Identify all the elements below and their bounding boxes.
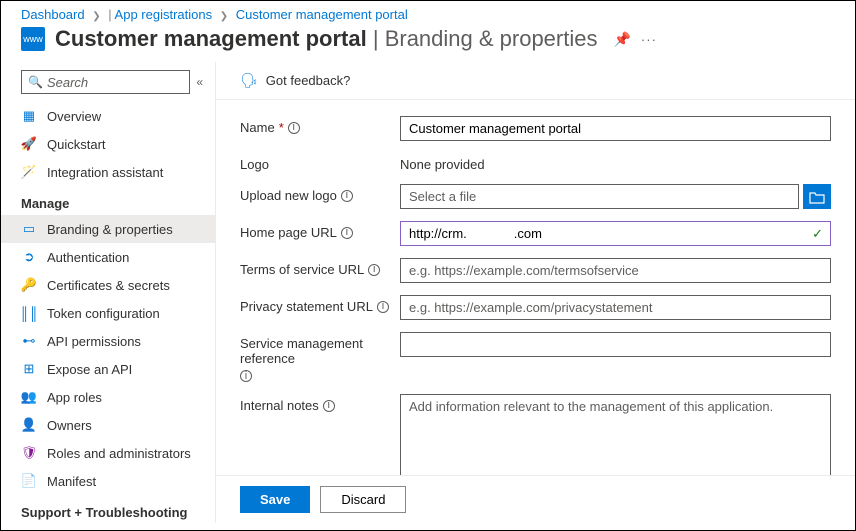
search-input[interactable]: 🔍 [21, 70, 190, 94]
homepage-input[interactable] [400, 221, 831, 246]
sidebar-item-roles-admins[interactable]: 🛡 Roles and administrators [1, 439, 215, 467]
sidebar-item-token[interactable]: ║║ Token configuration [1, 299, 215, 327]
upload-label: Upload new logo [240, 188, 337, 203]
token-icon: ║║ [21, 305, 37, 321]
feedback-bar[interactable]: 🗣 Got feedback? [216, 62, 855, 100]
name-label: Name [240, 120, 275, 135]
wand-icon: 🪄 [21, 164, 37, 180]
sidebar-item-expose-api[interactable]: ⊞ Expose an API [1, 355, 215, 383]
feedback-icon: 🗣 [240, 72, 258, 89]
sidebar-item-quickstart[interactable]: 🚀 Quickstart [1, 130, 215, 158]
save-button[interactable]: Save [240, 486, 310, 513]
sidebar-item-branding[interactable]: ▭ Branding & properties [1, 215, 215, 243]
api-icon: ⊷ [21, 333, 37, 349]
roles-icon: 👥 [21, 389, 37, 405]
discard-button[interactable]: Discard [320, 486, 406, 513]
logo-label: Logo [240, 157, 269, 172]
manifest-icon: 📄 [21, 473, 37, 489]
branding-icon: ▭ [21, 221, 37, 237]
expose-icon: ⊞ [21, 361, 37, 377]
info-icon[interactable]: i [288, 122, 300, 134]
sidebar: 🔍 « ▦ Overview 🚀 Quickstart 🪄 Integratio… [1, 62, 216, 523]
breadcrumb-app-registrations[interactable]: App registrations [115, 7, 213, 22]
owners-icon: 👤 [21, 417, 37, 433]
chevron-right-icon: ❯ [92, 11, 100, 22]
privacy-label: Privacy statement URL [240, 299, 373, 314]
sidebar-section-support: Support + Troubleshooting [1, 495, 215, 523]
more-icon[interactable]: ··· [641, 32, 657, 47]
page-header: www Customer management portal | Brandin… [1, 26, 855, 62]
chevron-right-icon: ❯ [220, 11, 228, 22]
sidebar-item-authentication[interactable]: ➲ Authentication [1, 243, 215, 271]
sidebar-item-owners[interactable]: 👤 Owners [1, 411, 215, 439]
sidebar-item-api-permissions[interactable]: ⊷ API permissions [1, 327, 215, 355]
breadcrumb-current[interactable]: Customer management portal [236, 7, 408, 22]
footer: Save Discard [216, 475, 855, 523]
name-input[interactable] [400, 116, 831, 141]
logo-value: None provided [400, 153, 831, 172]
browse-button[interactable] [803, 184, 831, 209]
privacy-input[interactable] [400, 295, 831, 320]
main-panel: 🗣 Got feedback? Name * i Logo None provi… [216, 62, 855, 523]
breadcrumb: Dashboard ❯ | App registrations ❯ Custom… [1, 1, 855, 26]
info-icon[interactable]: i [323, 400, 335, 412]
sidebar-item-overview[interactable]: ▦ Overview [1, 102, 215, 130]
info-icon[interactable]: i [368, 264, 380, 276]
page-title: Customer management portal | Branding & … [55, 26, 597, 52]
info-icon[interactable]: i [341, 190, 353, 202]
sidebar-section-manage: Manage [1, 186, 215, 215]
service-ref-input[interactable] [400, 332, 831, 357]
tos-input[interactable] [400, 258, 831, 283]
breadcrumb-dashboard[interactable]: Dashboard [21, 7, 85, 22]
check-icon: ✓ [812, 226, 823, 242]
tos-label: Terms of service URL [240, 262, 364, 277]
notes-textarea[interactable] [400, 394, 831, 475]
pin-icon[interactable]: 📌 [613, 31, 630, 48]
overview-icon: ▦ [21, 108, 37, 124]
app-icon: www [21, 27, 45, 51]
admins-icon: 🛡 [21, 445, 37, 461]
info-icon[interactable]: i [240, 370, 252, 382]
file-input[interactable] [400, 184, 799, 209]
info-icon[interactable]: i [341, 227, 353, 239]
sidebar-item-manifest[interactable]: 📄 Manifest [1, 467, 215, 495]
auth-icon: ➲ [21, 249, 37, 265]
sidebar-item-app-roles[interactable]: 👥 App roles [1, 383, 215, 411]
notes-label: Internal notes [240, 398, 319, 413]
homepage-label: Home page URL [240, 225, 337, 240]
sidebar-item-integration[interactable]: 🪄 Integration assistant [1, 158, 215, 186]
search-icon: 🔍 [28, 75, 43, 89]
service-ref-label: Service management reference [240, 336, 400, 366]
rocket-icon: 🚀 [21, 136, 37, 152]
sidebar-item-certificates[interactable]: 🔑 Certificates & secrets [1, 271, 215, 299]
collapse-sidebar-icon[interactable]: « [196, 75, 203, 89]
key-icon: 🔑 [21, 277, 37, 293]
info-icon[interactable]: i [377, 301, 389, 313]
